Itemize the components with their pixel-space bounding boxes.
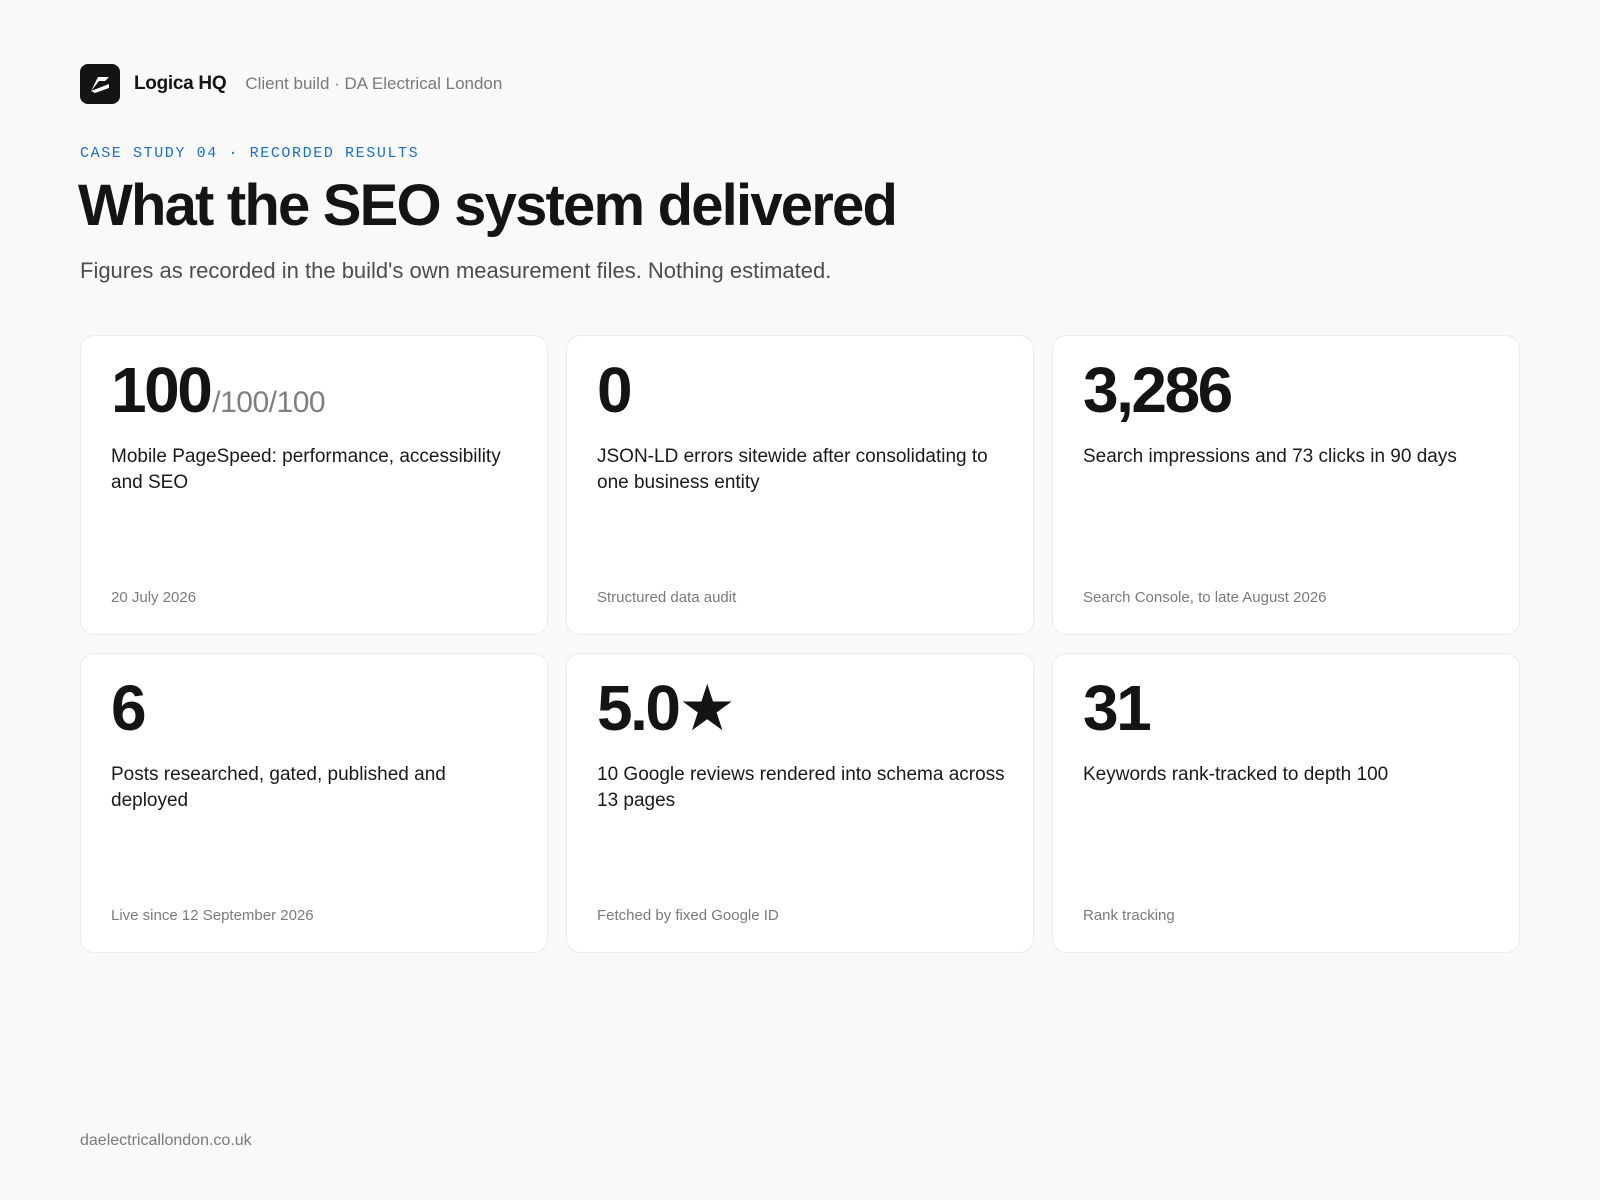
logica-logo-icon: [80, 64, 120, 104]
stat-source: Structured data audit: [597, 589, 737, 606]
stat-suffix: /100/100: [212, 386, 326, 419]
stat-value: 5.0★: [597, 676, 736, 740]
result-card-pagespeed: 100/100/100 Mobile PageSpeed: performanc…: [80, 335, 548, 635]
stat-description: Keywords rank-tracked to depth 100: [1083, 764, 1389, 785]
stat-main: 0: [597, 354, 633, 426]
stat-source: Search Console, to late August 2026: [1083, 589, 1327, 606]
page-title: What the SEO system delivered: [78, 173, 898, 238]
stat-value: 6: [111, 676, 147, 740]
stat-source: Rank tracking: [1083, 907, 1175, 924]
result-card-keywords: 31 Keywords rank-tracked to depth 100 Ra…: [1052, 653, 1520, 953]
stat-source: 20 July 2026: [111, 589, 197, 606]
result-card-jsonld: 0 JSON-LD errors sitewide after consolid…: [566, 335, 1034, 635]
stat-main: 6: [111, 672, 147, 744]
stat-main: 31: [1083, 672, 1152, 744]
results-grid: 100/100/100 Mobile PageSpeed: performanc…: [80, 335, 1520, 953]
logo-glyph: [91, 77, 109, 93]
brand-name: Logica HQ: [134, 73, 227, 94]
stat-description: JSON-LD errors sitewide after consolidat…: [597, 446, 988, 493]
page-subtitle: Figures as recorded in the build's own m…: [80, 258, 832, 283]
result-card-impressions: 3,286 Search impressions and 73 clicks i…: [1052, 335, 1520, 635]
client-line: Client build · DA Electrical London: [245, 74, 503, 93]
stat-description: 10 Google reviews rendered into schema a…: [597, 764, 1005, 811]
stat-description: Mobile PageSpeed: performance, accessibi…: [111, 446, 501, 493]
stat-description: Search impressions and 73 clicks in 90 d…: [1083, 446, 1457, 467]
stat-main: 100: [111, 354, 213, 426]
stat-main: 3,286: [1083, 354, 1233, 426]
result-card-posts: 6 Posts researched, gated, published and…: [80, 653, 548, 953]
result-card-reviews: 5.0★ 10 Google reviews rendered into sch…: [566, 653, 1034, 953]
stat-value: 0: [597, 358, 633, 422]
page: Logica HQ Client build · DA Electrical L…: [78, 0, 1520, 1200]
stat-value: 3,286: [1083, 358, 1233, 422]
stat-source: Fetched by fixed Google ID: [597, 907, 779, 924]
stat-source: Live since 12 September 2026: [111, 907, 314, 924]
header: Logica HQ Client build · DA Electrical L…: [80, 64, 502, 104]
eyebrow-label: CASE STUDY 04 · RECORDED RESULTS: [80, 145, 420, 162]
stat-main: 5.0★: [597, 672, 736, 744]
stat-value: 31: [1083, 676, 1152, 740]
stat-description: Posts researched, gated, published and d…: [111, 764, 446, 811]
footer-domain: daelectricallondon.co.uk: [80, 1132, 252, 1149]
stat-value: 100/100/100: [111, 358, 326, 422]
